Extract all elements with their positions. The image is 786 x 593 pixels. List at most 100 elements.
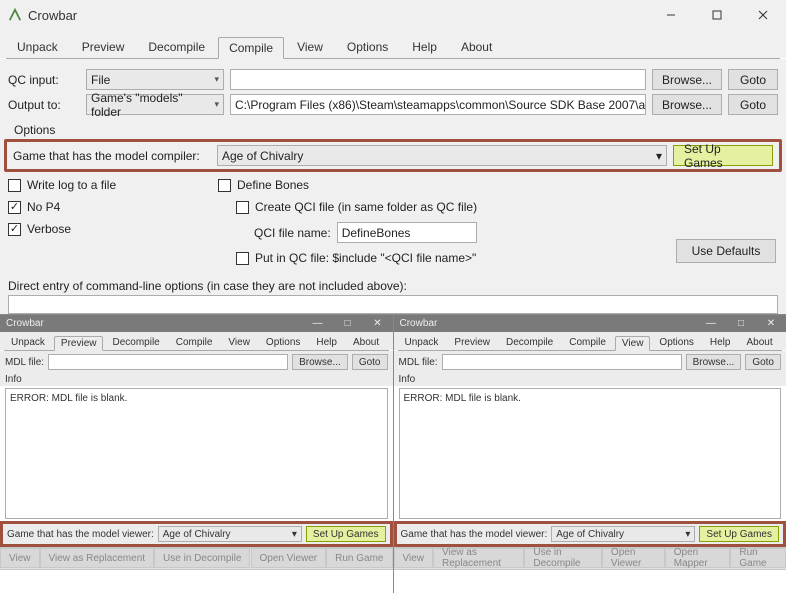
sub-minimize-icon[interactable]: —: [696, 315, 726, 332]
subtab-unpack[interactable]: Unpack: [4, 335, 52, 350]
qci-name-input[interactable]: DefineBones: [337, 222, 477, 243]
action-use-in-decompile[interactable]: Use in Decompile: [524, 548, 602, 568]
subb-goto-button[interactable]: Goto: [745, 354, 781, 370]
action-open-viewer[interactable]: Open Viewer: [251, 548, 327, 568]
suba-game-label: Game that has the model viewer:: [7, 529, 154, 540]
output-to-label: Output to:: [8, 98, 80, 112]
subtab-unpack[interactable]: Unpack: [398, 335, 446, 350]
subtab-preview[interactable]: Preview: [54, 336, 104, 351]
sub-minimize-icon[interactable]: —: [303, 315, 333, 332]
game-compiler-row: Game that has the model compiler: Age of…: [4, 139, 782, 172]
set-up-games-button[interactable]: Set Up Games: [673, 145, 773, 166]
subtab-about[interactable]: About: [346, 335, 386, 350]
suba-info-area: ERROR: MDL file is blank.: [5, 388, 388, 519]
qc-browse-button[interactable]: Browse...: [652, 69, 722, 90]
sub-maximize-icon[interactable]: □: [333, 315, 363, 332]
sub-maximize-icon[interactable]: □: [726, 315, 756, 332]
tab-unpack[interactable]: Unpack: [6, 36, 69, 58]
window-title: Crowbar: [28, 8, 77, 23]
suba-game-row: Game that has the model viewer: Age of C…: [0, 521, 393, 547]
subb-browse-button[interactable]: Browse...: [686, 354, 742, 370]
sub-windows: Crowbar—□✕ UnpackPreviewDecompileCompile…: [0, 314, 786, 593]
output-browse-button[interactable]: Browse...: [652, 94, 722, 115]
app-logo-icon: [8, 8, 22, 22]
chevron-down-icon: ▾: [656, 149, 662, 163]
subtab-compile[interactable]: Compile: [169, 335, 220, 350]
verbose-checkbox[interactable]: Verbose: [8, 222, 218, 236]
subb-game-select[interactable]: Age of Chivalry▾: [551, 526, 695, 542]
output-path[interactable]: C:\Program Files (x86)\Steam\steamapps\c…: [230, 94, 646, 115]
sub-close-icon[interactable]: ✕: [756, 315, 786, 332]
subtab-view[interactable]: View: [221, 335, 257, 350]
game-compiler-select[interactable]: Age of Chivalry▾: [217, 145, 667, 166]
action-open-mapper[interactable]: Open Mapper: [665, 548, 731, 568]
compile-panel: QC input: File▾ Browse... Goto Output to…: [0, 59, 786, 314]
action-view-as-replacement[interactable]: View as Replacement: [433, 548, 524, 568]
qc-input-label: QC input:: [8, 73, 80, 87]
direct-entry-label: Direct entry of command-line options (in…: [8, 279, 778, 293]
subtab-help[interactable]: Help: [703, 335, 738, 350]
qci-name-label: QCI file name:: [254, 226, 331, 240]
output-goto-button[interactable]: Goto: [728, 94, 778, 115]
output-mode-select[interactable]: Game's "models" folder▾: [86, 94, 224, 115]
use-defaults-button[interactable]: Use Defaults: [676, 239, 776, 263]
tab-view[interactable]: View: [286, 36, 334, 58]
write-log-checkbox[interactable]: Write log to a file: [8, 178, 218, 192]
subb-info-area: ERROR: MDL file is blank.: [399, 388, 782, 519]
chevron-down-icon: ▾: [292, 529, 297, 540]
minimize-button[interactable]: [648, 0, 694, 30]
no-p4-checkbox[interactable]: No P4: [8, 200, 218, 214]
chevron-down-icon: ▾: [685, 529, 690, 540]
direct-entry-input[interactable]: [8, 295, 778, 314]
subb-mdl-input[interactable]: [442, 354, 682, 370]
subb-setup-button[interactable]: Set Up Games: [699, 526, 779, 542]
close-button[interactable]: [740, 0, 786, 30]
sub-close-icon[interactable]: ✕: [363, 315, 393, 332]
main-tabs: UnpackPreviewDecompileCompileViewOptions…: [0, 30, 786, 58]
put-in-qc-checkbox[interactable]: Put in QC file: $include "<QCI file name…: [218, 251, 668, 265]
subtab-options[interactable]: Options: [652, 335, 700, 350]
action-view[interactable]: View: [0, 548, 40, 568]
action-view-as-replacement[interactable]: View as Replacement: [40, 548, 155, 568]
subtab-compile[interactable]: Compile: [562, 335, 613, 350]
tab-about[interactable]: About: [450, 36, 503, 58]
action-run-game[interactable]: Run Game: [326, 548, 392, 568]
chevron-down-icon: ▾: [214, 99, 219, 110]
tab-preview[interactable]: Preview: [71, 36, 136, 58]
chevron-down-icon: ▾: [214, 74, 219, 85]
subb-game-label: Game that has the model viewer:: [401, 529, 548, 540]
tab-options[interactable]: Options: [336, 36, 399, 58]
qc-input-path[interactable]: [230, 69, 646, 90]
subtab-about[interactable]: About: [739, 335, 779, 350]
qc-input-mode-select[interactable]: File▾: [86, 69, 224, 90]
subtab-options[interactable]: Options: [259, 335, 307, 350]
tab-compile[interactable]: Compile: [218, 37, 284, 59]
subtab-decompile[interactable]: Decompile: [499, 335, 560, 350]
define-bones-checkbox[interactable]: Define Bones: [218, 178, 668, 192]
create-qci-checkbox[interactable]: Create QCI file (in same folder as QC fi…: [218, 200, 668, 214]
action-use-in-decompile[interactable]: Use in Decompile: [154, 548, 250, 568]
tab-help[interactable]: Help: [401, 36, 448, 58]
suba-mdl-input[interactable]: [48, 354, 288, 370]
maximize-button[interactable]: [694, 0, 740, 30]
subb-game-row: Game that has the model viewer: Age of C…: [394, 521, 786, 547]
subtab-help[interactable]: Help: [309, 335, 344, 350]
suba-info-label: Info: [0, 373, 393, 386]
subwindow-view: Crowbar—□✕ UnpackPreviewDecompileCompile…: [394, 315, 786, 593]
qc-goto-button[interactable]: Goto: [728, 69, 778, 90]
subtab-view[interactable]: View: [615, 336, 651, 351]
suba-browse-button[interactable]: Browse...: [292, 354, 348, 370]
game-compiler-label: Game that has the model compiler:: [13, 149, 211, 163]
subtab-preview[interactable]: Preview: [447, 335, 497, 350]
action-open-viewer[interactable]: Open Viewer: [602, 548, 665, 568]
subb-info-label: Info: [394, 373, 786, 386]
subtab-decompile[interactable]: Decompile: [105, 335, 166, 350]
tab-decompile[interactable]: Decompile: [137, 36, 216, 58]
action-view[interactable]: View: [394, 548, 434, 568]
suba-mdl-label: MDL file:: [5, 357, 44, 368]
action-run-game[interactable]: Run Game: [730, 548, 786, 568]
suba-goto-button[interactable]: Goto: [352, 354, 388, 370]
subb-mdl-label: MDL file:: [399, 357, 438, 368]
suba-game-select[interactable]: Age of Chivalry▾: [158, 526, 302, 542]
suba-setup-button[interactable]: Set Up Games: [306, 526, 386, 542]
